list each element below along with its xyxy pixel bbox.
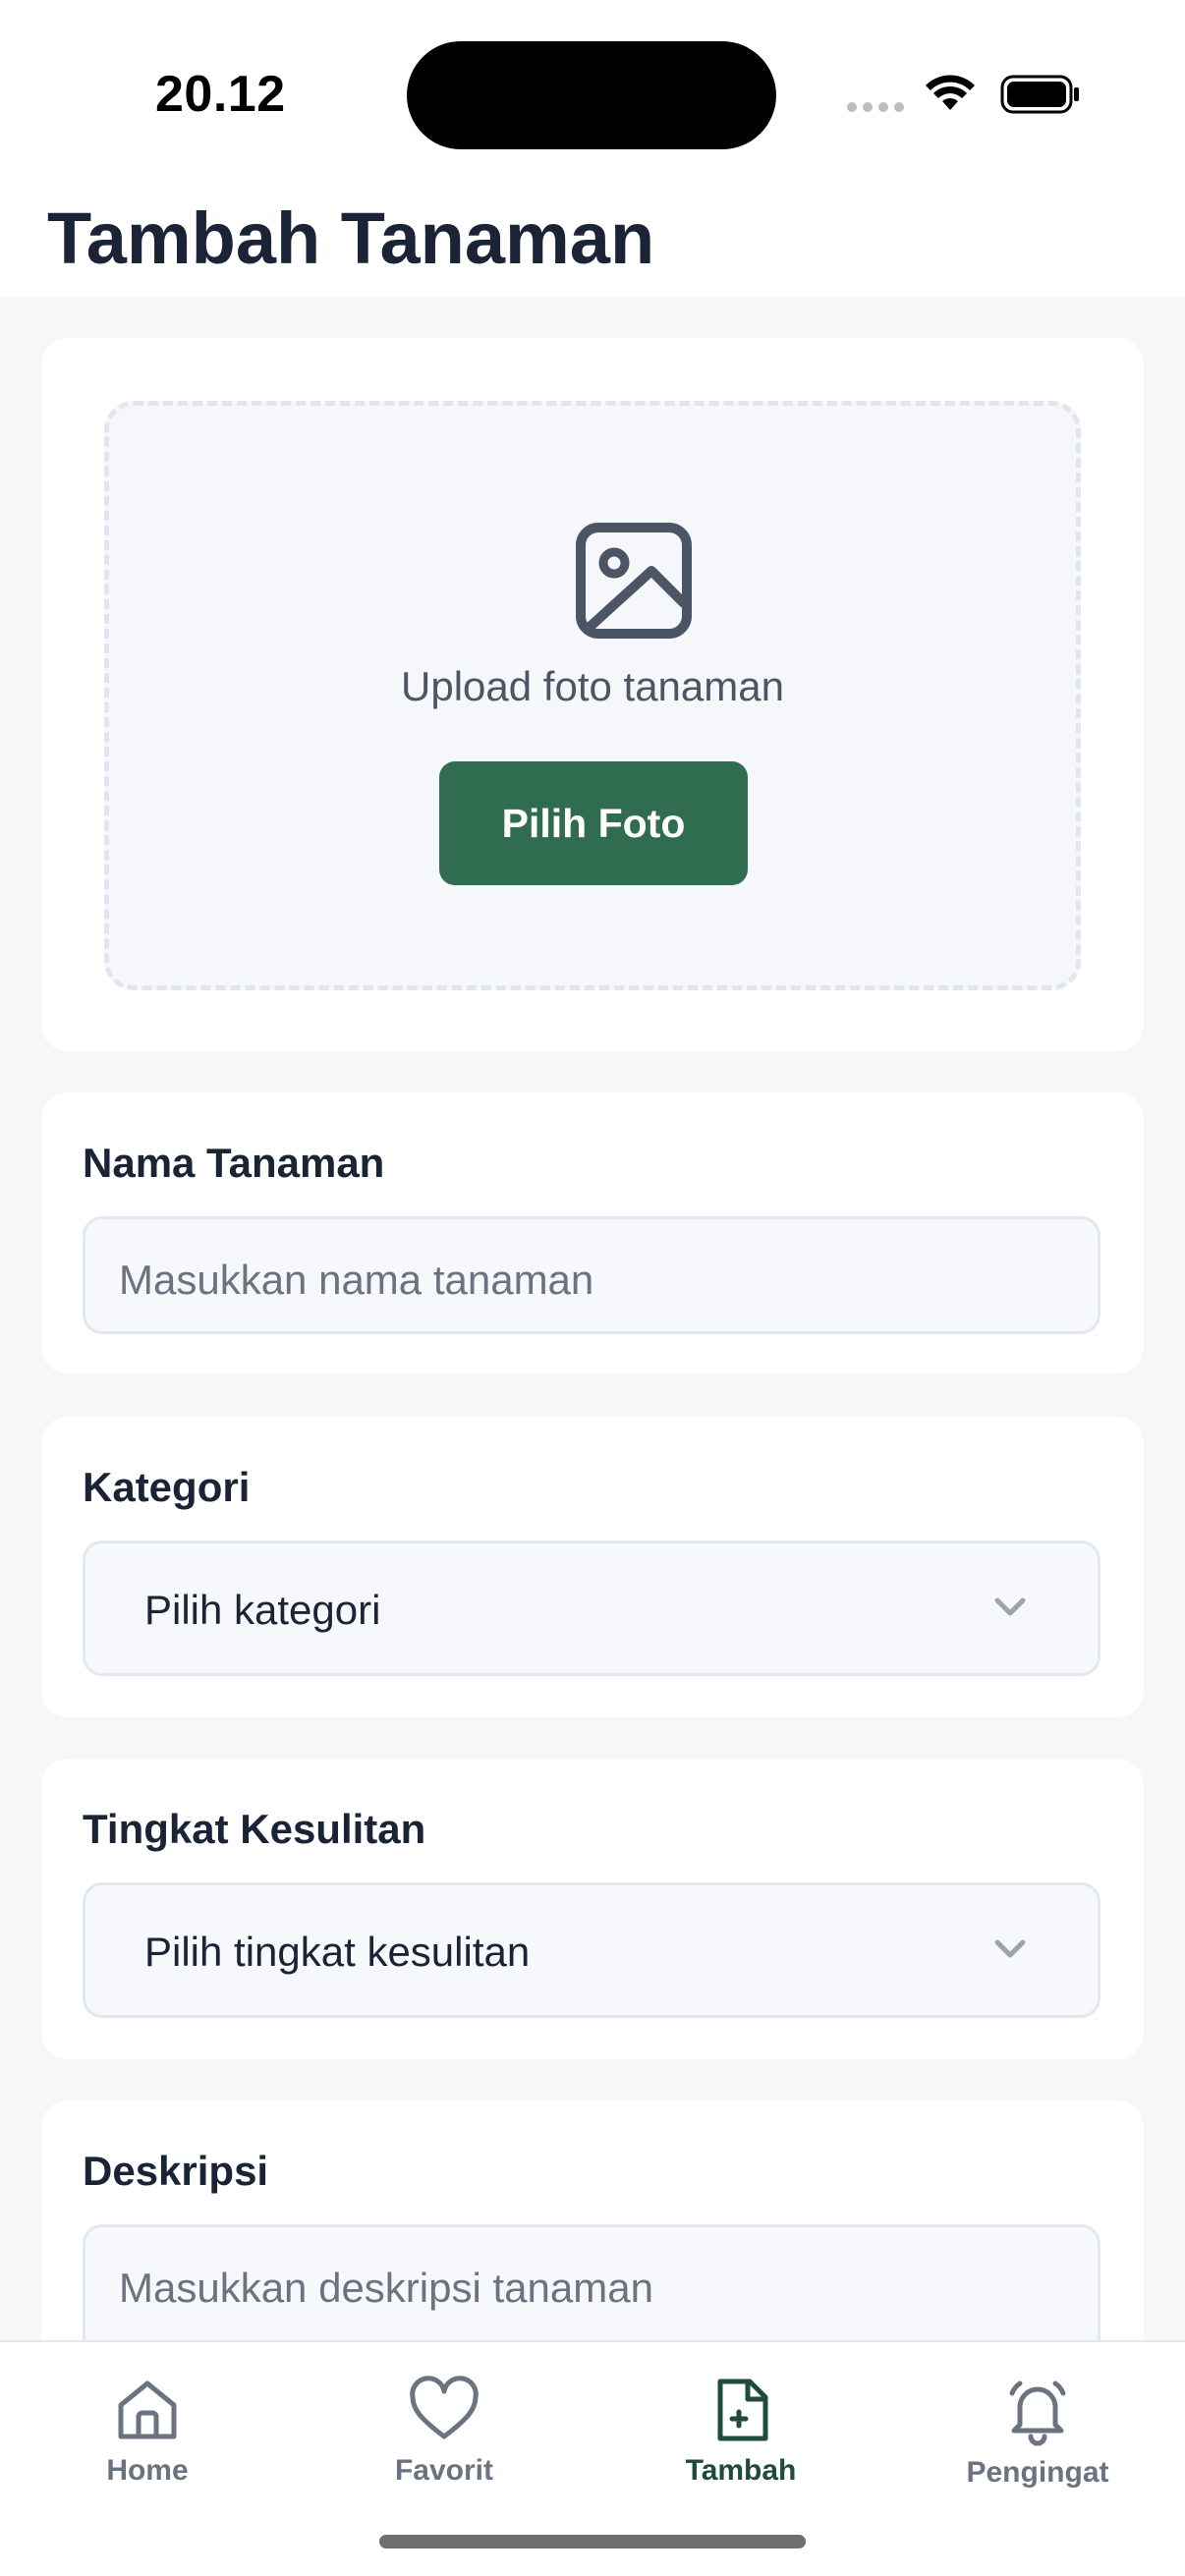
photo-drop-zone[interactable]: Upload foto tanaman Pilih Foto bbox=[104, 401, 1081, 990]
app-header: Tambah Tanaman bbox=[0, 187, 1185, 297]
pick-photo-button[interactable]: Pilih Foto bbox=[439, 761, 748, 885]
description-label: Deskripsi bbox=[83, 2148, 269, 2194]
plant-name-input[interactable]: Masukkan nama tanaman bbox=[83, 1216, 1100, 1334]
battery-icon bbox=[1000, 75, 1079, 114]
file-add-icon bbox=[717, 2379, 768, 2441]
upload-hint: Upload foto tanaman bbox=[401, 663, 784, 709]
tab-pengingat-label: Pengingat bbox=[966, 2456, 1109, 2489]
dynamic-island bbox=[407, 41, 776, 149]
cellular-signal-icon bbox=[847, 102, 904, 112]
home-icon bbox=[118, 2380, 177, 2439]
tab-pengingat[interactable]: Pengingat bbox=[890, 2376, 1185, 2523]
home-indicator bbox=[379, 2535, 806, 2548]
difficulty-card: Tingkat Kesulitan Pilih tingkat kesulita… bbox=[41, 1759, 1144, 2059]
category-label: Kategori bbox=[83, 1464, 251, 1510]
chevron-down-icon bbox=[994, 1939, 1026, 1958]
page-title: Tambah Tanaman bbox=[47, 197, 655, 279]
category-select[interactable]: Pilih kategori bbox=[83, 1540, 1100, 1676]
difficulty-select-value: Pilih tingkat kesulitan bbox=[144, 1929, 531, 1975]
tab-favorit-label: Favorit bbox=[394, 2454, 494, 2487]
tab-home-label: Home bbox=[106, 2454, 189, 2487]
tab-home[interactable]: Home bbox=[0, 2376, 295, 2523]
chevron-down-icon bbox=[994, 1597, 1026, 1616]
name-label: Nama Tanaman bbox=[83, 1140, 385, 1186]
tab-favorit[interactable]: Favorit bbox=[297, 2376, 592, 2523]
name-card: Nama Tanaman Masukkan nama tanaman bbox=[41, 1092, 1144, 1373]
difficulty-select[interactable]: Pilih tingkat kesulitan bbox=[83, 1882, 1100, 2018]
difficulty-label: Tingkat Kesulitan bbox=[83, 1806, 426, 1852]
plant-name-placeholder: Masukkan nama tanaman bbox=[119, 1257, 594, 1303]
category-select-value: Pilih kategori bbox=[144, 1587, 381, 1633]
tab-tambah-label: Tambah bbox=[685, 2454, 797, 2487]
status-bar: 20.12 bbox=[0, 0, 1185, 187]
bell-icon bbox=[1009, 2380, 1066, 2446]
heart-icon bbox=[410, 2376, 479, 2439]
tab-tambah[interactable]: Tambah bbox=[593, 2376, 888, 2523]
description-placeholder: Masukkan deskripsi tanaman bbox=[119, 2265, 653, 2311]
photo-upload-card: Upload foto tanaman Pilih Foto bbox=[41, 338, 1144, 1051]
image-icon bbox=[576, 523, 692, 639]
category-card: Kategori Pilih kategori bbox=[41, 1417, 1144, 1717]
status-time: 20.12 bbox=[155, 66, 286, 123]
wifi-icon bbox=[926, 75, 975, 110]
